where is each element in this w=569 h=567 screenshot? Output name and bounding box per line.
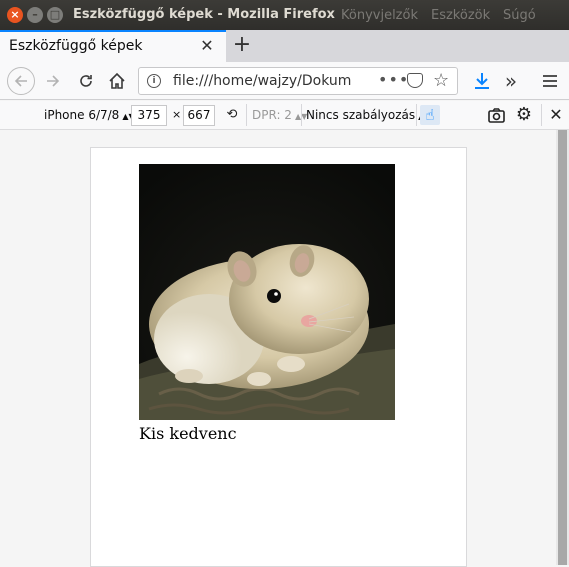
screenshot-icon[interactable] [486,105,506,125]
toolbar-divider [246,104,247,126]
settings-gear-icon[interactable]: ⚙ [514,105,534,125]
dpr-label: DPR: 2 [252,108,292,122]
toolbar-divider [416,104,417,126]
window-minimize-button[interactable]: – [27,7,43,23]
url-bar[interactable]: i file:///home/wajzy/Dokum ••• ☆ [138,67,458,95]
star-icon[interactable]: ☆ [433,70,449,91]
toolbar-divider [301,104,302,126]
toolbar-divider [541,104,542,126]
viewport-height-input[interactable]: 667 [183,105,215,126]
dpr-selector[interactable]: DPR: 2▲▼ [252,108,307,122]
forward-arrow-icon[interactable] [41,69,65,93]
reload-icon[interactable] [74,69,98,93]
device-selector[interactable]: iPhone 6/7/8 ▲▼ [44,108,135,122]
tab-active[interactable]: Eszközfüggő képek ✕ [0,30,226,62]
info-icon[interactable]: i [147,74,161,88]
pocket-icon[interactable] [407,73,423,88]
menu-help[interactable]: Súgó [503,8,536,23]
device-selector-label: iPhone 6/7/8 [44,108,120,122]
tab-close-icon[interactable]: ✕ [199,38,215,54]
throttling-selector[interactable]: Nincs szabályozás▲▼ [306,108,430,122]
rotate-device-icon[interactable]: ⟲ [222,105,242,125]
menu-tools[interactable]: Eszközök [431,8,490,23]
window-titlebar: × – □ Könyvjelzők Eszközök Súgó Eszközfü… [0,0,569,30]
hamster-photo [139,164,395,420]
hamburger-menu-icon[interactable] [538,69,562,93]
home-icon[interactable] [105,69,129,93]
window-maximize-button[interactable]: □ [47,7,63,23]
dimension-separator: × [172,108,182,121]
back-arrow-icon[interactable] [7,67,35,95]
scrollbar-thumb[interactable] [558,130,567,565]
close-rdm-icon[interactable]: ✕ [546,105,566,125]
viewport-width-input[interactable]: 375 [131,105,167,126]
overflow-icon[interactable]: » [499,69,523,93]
window-title: Eszközfüggő képek - Mozilla Firefox [73,7,335,22]
more-icon[interactable]: ••• [378,70,409,89]
menu-bookmarks[interactable]: Könyvjelzők [341,8,418,23]
image-caption: Kis kedvenc [139,424,237,443]
vertical-scrollbar[interactable] [556,130,569,565]
responsive-design-toolbar: iPhone 6/7/8▲▼ 375 × 667 ⟲ DPR: 2▲▼ Ninc… [0,101,569,130]
tab-label: Eszközfüggő képek [9,38,143,54]
download-icon[interactable] [470,69,494,93]
throttling-label: Nincs szabályozás [306,108,416,122]
window-close-button[interactable]: × [7,7,23,23]
url-text[interactable]: file:///home/wajzy/Dokum [173,73,373,89]
touch-simulation-icon[interactable]: ☝ [420,105,440,125]
tab-strip: Eszközfüggő képek ✕ + [0,30,569,62]
new-tab-icon[interactable]: + [230,33,254,57]
